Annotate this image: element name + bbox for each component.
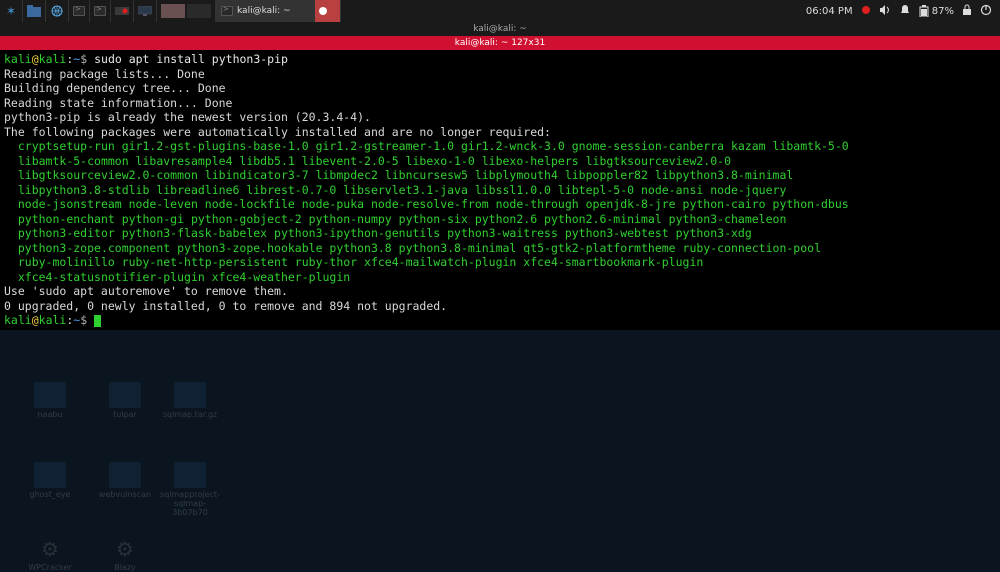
terminal-output-line: cryptsetup-run gir1.2-gst-plugins-base-1… [4,139,996,154]
battery-percent: 87% [932,6,954,17]
launcher-terminal-1[interactable] [69,0,90,22]
prompt-user: kali [4,52,32,66]
terminal-command: sudo apt install python3-pip [94,52,288,66]
prompt-at: @ [32,313,39,327]
gear-icon: ⚙ [113,537,137,561]
desktop-icon [138,4,152,18]
power-icon[interactable] [980,4,992,19]
recording-tray-icon[interactable] [861,5,871,18]
desktop-icon-label: tulpar [95,410,155,419]
desktop-icon-wpcracker[interactable]: ⚙ WPCracker [20,537,80,572]
terminal-icon [73,6,85,16]
launcher-terminal-2[interactable] [90,0,111,22]
prompt-host: kali [39,52,67,66]
desktop-icon-webvulnscan[interactable]: webvulnscan [95,462,155,499]
terminal-output-line: python-enchant python-gi python-gobject-… [4,212,996,227]
launcher-files[interactable] [23,0,46,22]
terminal-tab-titlebar[interactable]: kali@kali: ~ 127x31 [0,36,1000,50]
lock-icon[interactable] [962,4,972,19]
terminal-output-line: libpython3.8-stdlib libreadline6 librest… [4,183,996,198]
terminal-output-line: Use 'sudo apt autoremove' to remove them… [4,284,996,299]
show-desktop-button[interactable] [134,0,157,22]
gear-icon: ⚙ [38,537,62,561]
terminal-output-line: python3-zope.component python3-zope.hook… [4,241,996,256]
record-icon [115,4,129,18]
desktop-icon-label: sqlmapproject-sqlmap-3b07b70 [160,490,220,517]
workspace-2[interactable] [187,4,211,18]
window-thumb-icon [161,4,185,18]
launcher-recorder[interactable] [111,0,134,22]
top-panel: ✶ [0,0,1000,22]
terminal-output-line: libgtksourceview2.0-common libindicator3… [4,168,996,183]
prompt-symbol: $ [80,313,87,327]
terminal-output-line: Building dependency tree... Done [4,81,996,96]
desktop-icon-label: Blazy [95,563,155,572]
terminal-outer-titlebar[interactable]: kali@kali: ~ [0,22,1000,36]
record-active-icon [319,7,327,15]
desktop-icon-naabu[interactable]: naabu [20,382,80,419]
prompt-at: @ [32,52,39,66]
notifications-icon[interactable] [899,4,911,19]
panel-right: 06:04 PM 87% [806,0,1000,22]
desktop-icon-label: WPCracker [20,563,80,572]
terminal-tab-title: kali@kali: ~ 127x31 [455,38,545,48]
terminal-output-line: ruby-molinillo ruby-net-http-persistent … [4,255,996,270]
files-icon [27,4,41,18]
desktop-icon-label: ghost_eye [20,490,80,499]
folder-icon [34,462,66,488]
terminal-window: kali@kali: ~ kali@kali: ~ 127x31 kali@ka… [0,22,1000,330]
desktop-icon-sqlmapproject-sqlmap-3b07b70[interactable]: sqlmapproject-sqlmap-3b07b70 [160,462,220,517]
workspace-switcher [157,4,215,18]
terminal-output-line: Reading state information... Done [4,96,996,111]
terminal-output-line: The following packages were automaticall… [4,125,996,140]
terminal-output-line: 0 upgraded, 0 newly installed, 0 to remo… [4,299,996,314]
desktop-icon-sqlmap-tar-gz[interactable]: sqlmap.tar.gz [160,382,220,419]
clock[interactable]: 06:04 PM [806,6,853,17]
prompt-user: kali [4,313,32,327]
folder-icon [109,382,141,408]
terminal-output-line: xfce4-statusnotifier-plugin xfce4-weathe… [4,270,996,285]
globe-icon [50,4,64,18]
folder-icon [174,382,206,408]
panel-left: ✶ [0,0,341,22]
desktop-icon-label: sqlmap.tar.gz [160,410,220,419]
terminal-output-line: python3-editor python3-flask-babelex pyt… [4,226,996,241]
prompt-host: kali [39,313,67,327]
terminal-icon [221,6,233,16]
prompt-symbol: $ [80,52,87,66]
folder-icon [34,382,66,408]
folder-icon [109,462,141,488]
desktop-icon-blazy[interactable]: ⚙ Blazy [95,537,155,572]
kali-logo-icon: ✶ [4,4,18,18]
terminal-output-line: Reading package lists... Done [4,67,996,82]
desktop-icon-ghost-eye[interactable]: ghost_eye [20,462,80,499]
folder-icon [174,462,206,488]
terminal-icon [94,6,106,16]
desktop-icon-label: naabu [20,410,80,419]
battery-indicator[interactable]: 87% [919,5,954,17]
launcher-browser[interactable] [46,0,69,22]
volume-icon[interactable] [879,4,891,19]
terminal-outer-title: kali@kali: ~ [473,24,527,34]
taskbar-app-label: kali@kali: ~ [237,6,291,16]
desktop-icon-label: webvulnscan [95,490,155,499]
desktop-icon-tulpar[interactable]: tulpar [95,382,155,419]
terminal-output-line: node-jsonstream node-leven node-lockfile… [4,197,996,212]
terminal-body[interactable]: kali@kali:~$ sudo apt install python3-pi… [0,50,1000,330]
terminal-cursor [94,315,101,327]
terminal-output-line: python3-pip is already the newest versio… [4,110,996,125]
app-menu-button[interactable]: ✶ [0,0,23,22]
taskbar-app-terminal[interactable]: kali@kali: ~ [215,0,315,22]
terminal-output-line: libamtk-5-common libavresample4 libdb5.1… [4,154,996,169]
workspace-1[interactable] [161,4,185,18]
taskbar-app-recorder[interactable] [315,0,341,22]
